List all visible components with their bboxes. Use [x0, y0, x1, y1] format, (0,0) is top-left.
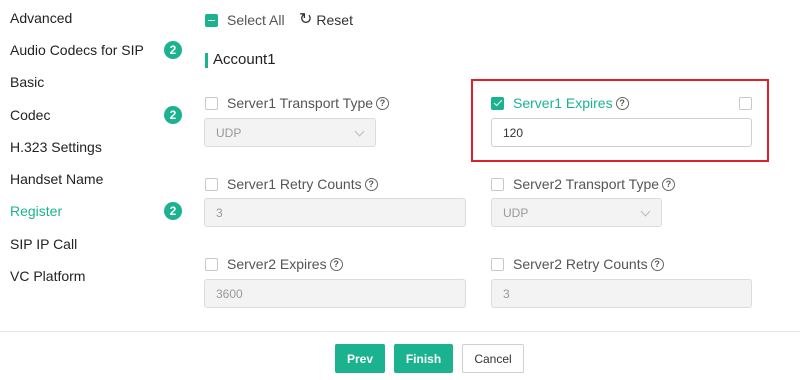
finish-button[interactable]: Finish [394, 344, 453, 373]
help-icon[interactable]: ? [662, 177, 676, 191]
sidebar-item-audio-codecs-for-sip[interactable]: Audio Codecs for SIP 2 [10, 39, 185, 61]
sidebar-item-handset-name[interactable]: Handset Name [10, 168, 185, 190]
chevron-down-icon [640, 206, 651, 217]
select-all-label: Select All [227, 12, 285, 28]
server2-transport-type-select[interactable]: UDP [491, 198, 662, 227]
server2-expires-checkbox[interactable]: Server2 Expires ? [205, 254, 343, 274]
help-icon[interactable]: ? [615, 96, 629, 110]
sidebar-item-vc-platform[interactable]: VC Platform [10, 265, 185, 287]
help-icon[interactable]: ? [329, 257, 343, 271]
reset-label: Reset [316, 12, 353, 28]
sidebar-item-basic[interactable]: Basic [10, 71, 185, 93]
cancel-button[interactable]: Cancel [462, 344, 524, 373]
sidebar-item-label: H.323 Settings [10, 139, 102, 155]
server2-retry-counts-input[interactable]: 3 [491, 279, 752, 308]
section-title: Account1 [213, 51, 276, 68]
checkbox-icon [491, 257, 504, 271]
field-label: Server1 Transport Type [227, 95, 374, 111]
prev-button[interactable]: Prev [335, 344, 385, 373]
input-value: 3 [503, 286, 510, 301]
checkbox-icon [205, 177, 218, 191]
field-label: Server1 Retry Counts [227, 176, 362, 192]
sidebar-item-label: Basic [10, 74, 45, 90]
count-badge: 2 [164, 106, 182, 124]
input-value: 3600 [216, 286, 243, 301]
reset-button[interactable]: ↻ Reset [299, 10, 353, 30]
server1-transport-type-checkbox[interactable]: Server1 Transport Type ? [205, 93, 390, 113]
field-label: Server1 Expires [513, 95, 613, 111]
field-label: Server2 Retry Counts [513, 256, 648, 272]
field-label: Server2 Transport Type [513, 176, 660, 192]
select-value: UDP [503, 205, 529, 220]
indeterminate-checkbox-icon [205, 13, 218, 27]
help-icon[interactable]: ? [364, 177, 378, 191]
sidebar-item-advanced[interactable]: Advanced [10, 7, 185, 29]
refresh-icon: ↻ [299, 11, 313, 28]
extra-checkbox[interactable] [739, 97, 752, 110]
count-badge: 2 [164, 202, 182, 220]
select-all-checkbox[interactable]: Select All [205, 10, 285, 30]
server1-expires-input[interactable]: 120 [491, 118, 752, 147]
sidebar-item-label: Advanced [10, 10, 73, 26]
sidebar-item-label: SIP IP Call [10, 236, 78, 252]
sidebar-item-sip-ip-call[interactable]: SIP IP Call [10, 233, 185, 255]
sidebar-item-label: Codec [10, 107, 51, 123]
checkbox-checked-icon [491, 96, 504, 110]
sidebar-item-label: Register [10, 203, 63, 219]
section-accent-bar [205, 53, 208, 68]
server2-transport-type-checkbox[interactable]: Server2 Transport Type ? [491, 174, 676, 194]
server2-retry-counts-checkbox[interactable]: Server2 Retry Counts ? [491, 254, 664, 274]
field-label: Server2 Expires [227, 256, 327, 272]
help-icon[interactable]: ? [376, 96, 390, 110]
sidebar-item-label: Audio Codecs for SIP [10, 42, 144, 58]
sidebar: Advanced Audio Codecs for SIP 2 Basic Co… [0, 0, 190, 330]
sidebar-item-label: VC Platform [10, 268, 86, 284]
chevron-down-icon [354, 126, 365, 137]
server1-transport-type-select[interactable]: UDP [204, 118, 376, 147]
sidebar-item-register[interactable]: Register 2 [10, 200, 185, 222]
sidebar-item-codec[interactable]: Codec 2 [10, 104, 185, 126]
checkbox-icon [205, 257, 218, 271]
sidebar-item-h323-settings[interactable]: H.323 Settings [10, 136, 185, 158]
input-value: 120 [503, 125, 524, 140]
server2-expires-input[interactable]: 3600 [204, 279, 466, 308]
server1-retry-counts-checkbox[interactable]: Server1 Retry Counts ? [205, 174, 378, 194]
checkbox-icon [491, 177, 504, 191]
count-badge: 2 [164, 41, 182, 59]
footer-divider [0, 331, 800, 332]
input-value: 3 [216, 205, 223, 220]
sidebar-item-label: Handset Name [10, 171, 104, 187]
help-icon[interactable]: ? [650, 257, 664, 271]
checkbox-icon [205, 96, 218, 110]
server1-expires-checkbox[interactable]: Server1 Expires ? [491, 93, 629, 113]
server1-retry-counts-input[interactable]: 3 [204, 198, 466, 227]
select-value: UDP [216, 125, 242, 140]
